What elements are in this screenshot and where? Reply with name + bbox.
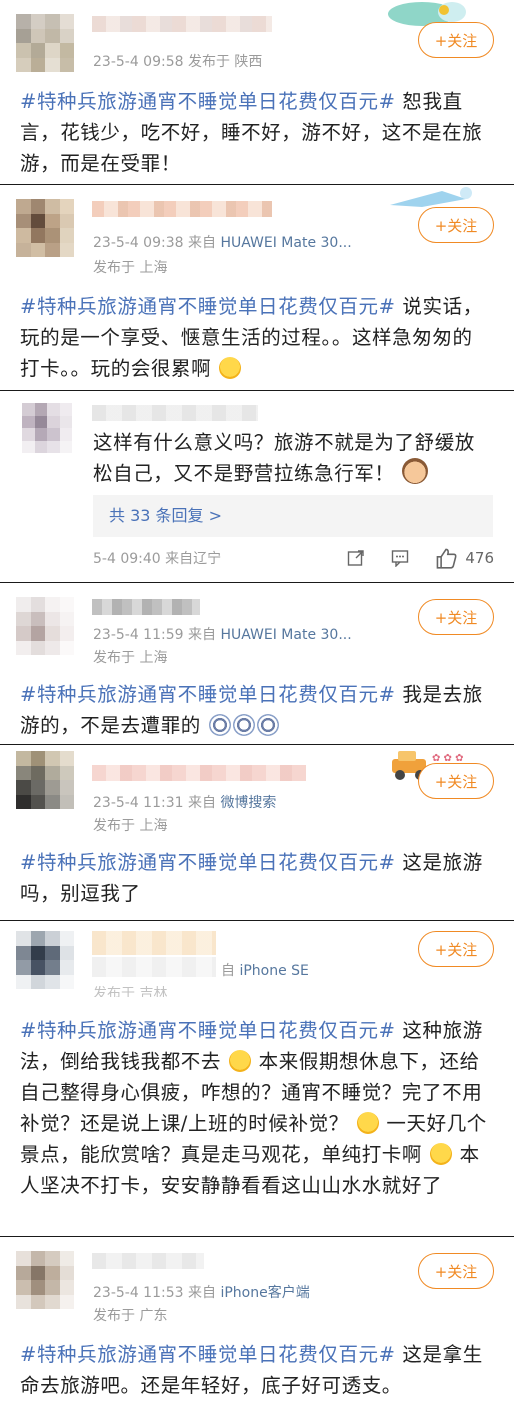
follow-button[interactable]: +关注 bbox=[418, 1253, 494, 1289]
avatar[interactable] bbox=[16, 199, 74, 257]
post-text: #特种兵旅游通宵不睡觉单日花费仅百元# 这种旅游法，倒给我钱我都不去 本来假期想… bbox=[20, 1015, 492, 1201]
post-meta: 23-5-4 11:59 来自 HUAWEI Mate 30... bbox=[93, 625, 352, 645]
post-text: #特种兵旅游通宵不睡觉单日花费仅百元# 这是拿生命去旅游吧。还是年轻好，底子好可… bbox=[20, 1339, 492, 1401]
laugh-emoji-icon bbox=[219, 357, 242, 379]
topic-link[interactable]: #特种兵旅游通宵不睡觉单日花费仅百元# bbox=[20, 1343, 396, 1366]
post-time: 23-5-4 09:38 来自 bbox=[93, 235, 216, 251]
post-location: 发布于 上海 bbox=[93, 260, 168, 276]
laugh-emoji-icon bbox=[356, 1112, 379, 1134]
avatar[interactable] bbox=[16, 597, 74, 655]
laugh-emoji-icon bbox=[228, 1050, 251, 1072]
follow-button[interactable]: +关注 bbox=[418, 207, 494, 243]
avatar[interactable] bbox=[16, 14, 74, 72]
post-text: #特种兵旅游通宵不睡觉单日花费仅百元# 我是去旅游的，不是去遭罪的 bbox=[20, 679, 492, 741]
post-time: 23-5-4 11:59 来自 bbox=[93, 627, 216, 643]
username-blurred[interactable] bbox=[92, 16, 272, 32]
topic-link[interactable]: #特种兵旅游通宵不睡觉单日花费仅百元# bbox=[20, 90, 396, 113]
laugh-emoji-icon bbox=[429, 1143, 452, 1165]
username-blurred[interactable] bbox=[92, 599, 200, 615]
avatar[interactable] bbox=[16, 751, 74, 809]
follow-button[interactable]: +关注 bbox=[418, 763, 494, 799]
topic-link[interactable]: #特种兵旅游通宵不睡觉单日花费仅百元# bbox=[20, 1019, 396, 1042]
username-blurred[interactable] bbox=[92, 765, 306, 781]
meta-blurred bbox=[92, 957, 216, 977]
username-blurred[interactable] bbox=[92, 1253, 204, 1269]
like-count: 476 bbox=[465, 549, 494, 567]
cat-emoji-icon bbox=[402, 458, 429, 484]
post-card: +关注 23-5-4 09:38 来自 HUAWEI Mate 30... 发布… bbox=[0, 184, 514, 390]
shocked-emoji-icon bbox=[208, 714, 231, 736]
post-source[interactable]: HUAWEI Mate 30... bbox=[220, 627, 351, 643]
topic-link[interactable]: #特种兵旅游通宵不睡觉单日花费仅百元# bbox=[20, 295, 396, 318]
post-source[interactable]: 微博搜索 bbox=[220, 795, 276, 811]
shocked-emoji-icon bbox=[232, 714, 255, 736]
shocked-emoji-icon bbox=[256, 714, 279, 736]
follow-button[interactable]: +关注 bbox=[418, 599, 494, 635]
post-source[interactable]: iPhone SE bbox=[239, 963, 308, 979]
post-source[interactable]: iPhone客户端 bbox=[220, 1285, 309, 1301]
follow-button[interactable]: +关注 bbox=[418, 22, 494, 58]
username-blurred[interactable] bbox=[92, 931, 216, 955]
username-blurred[interactable] bbox=[92, 201, 272, 217]
post-location: 发布于 广东 bbox=[93, 1308, 168, 1324]
post-card: +关注 23-5-4 11:59 来自 HUAWEI Mate 30... 发布… bbox=[0, 582, 514, 744]
post-meta: 23-5-4 11:53 来自 iPhone客户端 bbox=[93, 1283, 310, 1303]
post-card: +关注 自 iPhone SE 发布于 吉林 #特种兵旅游通宵不睡觉单日花费仅百… bbox=[0, 920, 514, 1236]
post-card: +关注 23-5-4 11:53 来自 iPhone客户端 发布于 广东 #特种… bbox=[0, 1236, 514, 1425]
comment-meta: 5-4 09:40 来自辽宁 bbox=[93, 551, 222, 567]
post-source[interactable]: HUAWEI Mate 30... bbox=[220, 235, 351, 251]
post-card: ✿ ✿ ✿ +关注 23-5-4 11:31 来自 微博搜索 发布于 上海 #特… bbox=[0, 744, 514, 920]
username-blurred[interactable] bbox=[92, 405, 258, 421]
view-replies-button[interactable]: 共 33 条回复 > bbox=[93, 495, 493, 537]
post-text: #特种兵旅游通宵不睡觉单日花费仅百元# 说实话，玩的是一个享受、惬意生活的过程。… bbox=[20, 291, 492, 384]
comment-text: 这样有什么意义吗？旅游不就是为了舒缓放松自己，又不是野营拉练急行军！ bbox=[93, 427, 492, 489]
post-text: #特种兵旅游通宵不睡觉单日花费仅百元# 恕我直言，花钱少，吃不好，睡不好，游不好… bbox=[20, 86, 492, 179]
follow-button[interactable]: +关注 bbox=[418, 931, 494, 967]
post-location: 发布于 上海 bbox=[93, 650, 168, 666]
post-time: 23-5-4 11:53 来自 bbox=[93, 1285, 216, 1301]
avatar[interactable] bbox=[22, 403, 72, 453]
avatar[interactable] bbox=[16, 1251, 74, 1309]
weibo-comment-feed: +关注 23-5-4 09:58 发布于 陕西 #特种兵旅游通宵不睡觉单日花费仅… bbox=[0, 0, 514, 1425]
post-text: #特种兵旅游通宵不睡觉单日花费仅百元# 这是旅游吗，别逗我了 bbox=[20, 847, 492, 909]
comment-card: 这样有什么意义吗？旅游不就是为了舒缓放松自己，又不是野营拉练急行军！ 共 33 … bbox=[0, 390, 514, 582]
post-card: +关注 23-5-4 09:58 发布于 陕西 #特种兵旅游通宵不睡觉单日花费仅… bbox=[0, 0, 514, 184]
post-time: 23-5-4 11:31 来自 bbox=[93, 795, 216, 811]
post-location: 发布于 上海 bbox=[93, 818, 168, 834]
like-thumb-icon[interactable] bbox=[435, 547, 457, 569]
comment-icon[interactable] bbox=[391, 549, 409, 567]
post-time: 自 bbox=[221, 963, 235, 979]
post-meta: 23-5-4 09:38 来自 HUAWEI Mate 30... bbox=[93, 233, 352, 253]
post-location: 发布于 吉林 bbox=[93, 986, 168, 997]
post-meta: 自 iPhone SE bbox=[221, 961, 309, 981]
comment-actions: 476 bbox=[347, 547, 494, 569]
post-meta: 23-5-4 09:58 发布于 陕西 bbox=[93, 54, 263, 70]
avatar[interactable] bbox=[16, 931, 74, 989]
topic-link[interactable]: #特种兵旅游通宵不睡觉单日花费仅百元# bbox=[20, 851, 396, 874]
post-meta: 23-5-4 11:31 来自 微博搜索 bbox=[93, 793, 276, 813]
share-icon[interactable] bbox=[347, 549, 365, 567]
topic-link[interactable]: #特种兵旅游通宵不睡觉单日花费仅百元# bbox=[20, 683, 396, 706]
